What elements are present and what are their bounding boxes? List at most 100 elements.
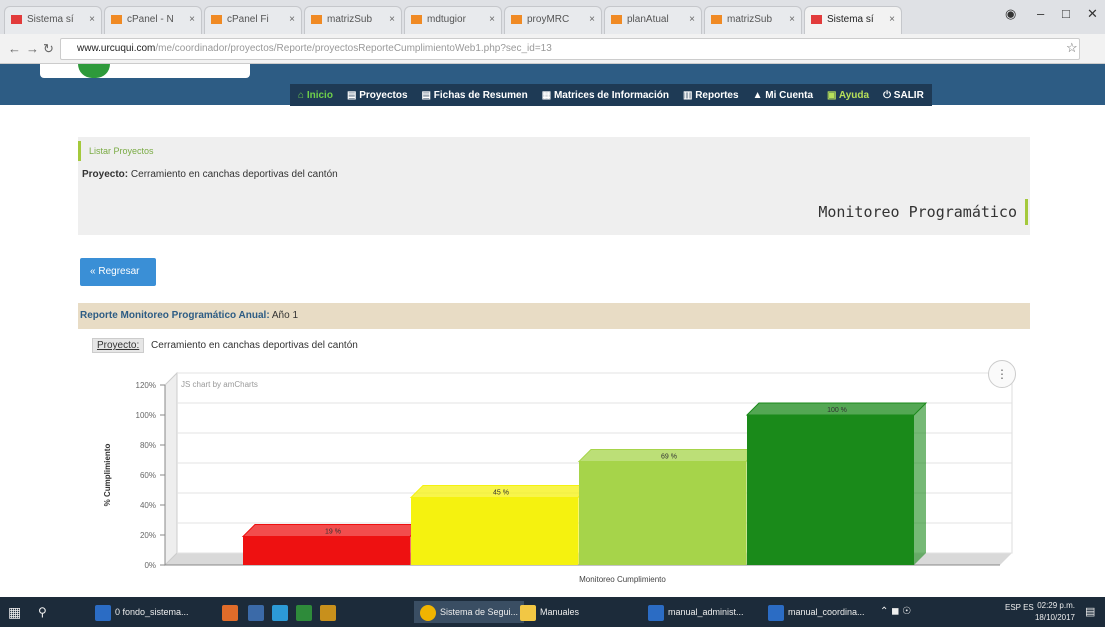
x-axis-label: Monitoreo Cumplimiento [579, 575, 666, 584]
y-tick-label: 20% [140, 531, 156, 540]
address-bar: ← → ↻ www.urcuqui.com/me/coordinador/pro… [0, 34, 1105, 64]
chart-bar [579, 461, 746, 565]
report-project-row: Proyecto: Cerramiento en canchas deporti… [92, 338, 358, 353]
browser-tab[interactable]: matrizSub × [304, 6, 402, 34]
y-tick-label: 100% [136, 411, 156, 420]
menu-item-fichas-de-resumen[interactable]: ▤ Fichas de Resumen [422, 90, 528, 101]
tab-close-icon[interactable]: × [489, 7, 495, 33]
taskbar-sri-icon[interactable] [248, 601, 268, 623]
breadcrumb[interactable]: Listar Proyectos [78, 141, 154, 161]
bar-data-label: 19 % [325, 529, 341, 536]
bar-data-label: 45 % [493, 490, 509, 497]
maximize-icon[interactable]: □ [1062, 6, 1070, 21]
tab-label: cPanel Fi [227, 14, 269, 25]
minimize-icon[interactable]: – [1037, 6, 1044, 21]
menu-item-mi-cuenta[interactable]: ▲ Mi Cuenta [753, 90, 813, 101]
tab-label: proyMRC [527, 14, 570, 25]
tab-label: mdtugior [427, 14, 466, 25]
tab-favicon-icon [711, 15, 722, 24]
y-axis-label: % Cumplimiento [103, 444, 112, 507]
tab-label: cPanel - N [127, 14, 174, 25]
clock[interactable]: 02:29 p.m. 18/10/2017 [1035, 600, 1075, 624]
site-logo[interactable] [40, 64, 250, 78]
close-window-icon[interactable]: ✕ [1087, 6, 1098, 22]
y-tick-label: 0% [144, 561, 156, 570]
taskbar-excel-icon[interactable] [296, 601, 316, 623]
language-indicator[interactable]: ESP ES [1005, 602, 1034, 624]
chart-watermark: JS chart by amCharts [181, 380, 258, 389]
chart-bar [243, 536, 410, 565]
url-input[interactable]: www.urcuqui.com/me/coordinador/proyectos… [60, 38, 1080, 60]
browser-tab[interactable]: planAtual × [604, 6, 702, 34]
menu-item-label: SALIR [893, 89, 924, 101]
menu-item-inicio[interactable]: ⌂ Inicio [298, 90, 333, 101]
taskbar-item-chrome[interactable]: Sistema de Segui... [414, 601, 525, 623]
browser-tab[interactable]: cPanel - N × [104, 6, 202, 34]
main-menu: ⌂ Inicio ▤ Proyectos ▤ Fichas de Resumen ▦ … [290, 84, 932, 106]
back-button[interactable]: « Regresar [80, 258, 156, 286]
tab-favicon-icon [811, 15, 822, 24]
bookmark-star-icon[interactable]: ☆ [1066, 40, 1078, 56]
browser-tabbar: Sistema sí × cPanel - N × cPanel Fi × matrizSu… [0, 0, 1105, 34]
bar-data-label: 69 % [661, 454, 677, 461]
windows-start-icon[interactable]: ▦ [8, 601, 21, 623]
project-line: Proyecto: Cerramiento en canchas deporti… [82, 169, 338, 180]
search-icon[interactable]: ⚲ [38, 601, 47, 623]
tab-close-icon[interactable]: × [689, 7, 695, 33]
back-button-label: Regresar [98, 266, 140, 277]
menu-item-label: Ayuda [838, 89, 870, 101]
project-name: Cerramiento en canchas deportivas del ca… [130, 169, 338, 180]
system-tray-icons[interactable]: ⌃ ◼ ☉ [880, 601, 911, 623]
menu-item-label: Proyectos [359, 89, 408, 101]
report-title-bar: Reporte Monitoreo Programático Anual: Añ… [78, 303, 1030, 329]
tab-close-icon[interactable]: × [589, 7, 595, 33]
bar-data-label: 100 % [827, 407, 847, 414]
report-project-name: Cerramiento en canchas deportivas del ca… [151, 340, 358, 351]
tab-close-icon[interactable]: × [89, 7, 95, 33]
tab-close-icon[interactable]: × [789, 7, 795, 33]
tab-close-icon[interactable]: × [889, 7, 895, 33]
taskbar-illustrator-icon[interactable] [320, 601, 340, 623]
menu-item-proyectos[interactable]: ▤ Proyectos [347, 90, 408, 101]
menu-item-reportes[interactable]: ▥ Reportes [683, 90, 739, 101]
project-label: Proyecto: [82, 169, 129, 180]
back-arrow-icon[interactable]: ← [8, 41, 21, 56]
chart-export-icon[interactable]: ⋮ [988, 360, 1016, 388]
taskbar-item-manual-coord[interactable]: manual_coordina... [768, 601, 865, 623]
browser-tab[interactable]: matrizSub × [704, 6, 802, 34]
browser-tab[interactable]: proyMRC × [504, 6, 602, 34]
page-title: Monitoreo Programático [818, 199, 1028, 225]
menu-item-matrices-de-informaci-n[interactable]: ▦ Matrices de Información [542, 90, 669, 101]
browser-tab[interactable]: Sistema sí × [4, 6, 102, 34]
menu-item-ayuda[interactable]: ▣ Ayuda [827, 90, 869, 101]
table-icon: ▦ [541, 89, 554, 101]
tab-close-icon[interactable]: × [389, 7, 395, 33]
taskbar-item-manuales[interactable]: Manuales [520, 601, 579, 623]
taskbar-powerpoint-icon[interactable] [222, 601, 242, 623]
y-tick-label: 60% [140, 471, 156, 480]
forward-arrow-icon[interactable]: → [26, 41, 39, 56]
report-year: Año 1 [271, 310, 299, 321]
menu-item-label: Mi Cuenta [765, 89, 814, 101]
tab-label: planAtual [627, 14, 669, 25]
tab-close-icon[interactable]: × [189, 7, 195, 33]
taskbar-app-icon[interactable] [272, 601, 292, 623]
taskbar-item-manual-admin[interactable]: manual_administ... [648, 601, 744, 623]
project-tag[interactable]: Proyecto: [92, 338, 145, 353]
book-icon: ▤ [421, 89, 434, 101]
home-icon: ⌂ [298, 89, 307, 101]
menu-item-label: Inicio [306, 89, 333, 101]
reload-icon[interactable]: ↻ [43, 41, 54, 57]
chart-bar [411, 497, 578, 565]
notifications-icon[interactable]: ▤ [1085, 601, 1095, 623]
browser-tab[interactable]: Sistema sí × [804, 6, 902, 34]
tab-label: matrizSub [727, 14, 773, 25]
menu-item-salir[interactable]: ⏻ SALIR [883, 90, 924, 101]
chart-bar [747, 415, 914, 565]
profile-icon[interactable]: ◉ [1005, 6, 1016, 22]
tab-close-icon[interactable]: × [289, 7, 295, 33]
browser-tab[interactable]: mdtugior × [404, 6, 502, 34]
taskbar-item-fondo[interactable]: 0 fondo_sistema... [95, 601, 189, 623]
chart-svg: 0% 20% 40% 60% 80% 100% 120% 19 % 45 % 69 % 100 % J… [103, 371, 1013, 584]
browser-tab[interactable]: cPanel Fi × [204, 6, 302, 34]
